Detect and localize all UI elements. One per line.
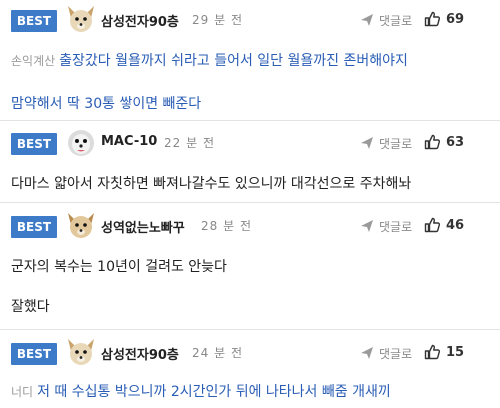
author-nickname[interactable]: MAC-10 bbox=[101, 134, 157, 149]
comment-text-line: 잘했다 bbox=[11, 299, 50, 315]
comment-text-line: 다마스 얇아서 자칫하면 빠져나갈수도 있으니까 대각선으로 주차해놔 bbox=[11, 176, 412, 192]
divider bbox=[0, 329, 500, 330]
comment-text-line: 너디 저 때 수십통 박으니까 2시간인가 뒤에 나타나서 빼줌 개새끼 bbox=[11, 384, 391, 400]
like-count: 15 bbox=[446, 344, 465, 360]
divider bbox=[0, 202, 500, 203]
author-nickname[interactable]: 삼성전자90층 bbox=[101, 344, 179, 363]
like-count: 46 bbox=[446, 217, 465, 233]
thumbs-up-icon bbox=[424, 134, 440, 150]
comment-prefix: 너디 bbox=[11, 385, 34, 399]
reply-button[interactable]: 댓글로 bbox=[360, 10, 412, 30]
comment: BEST 성역없는노빠꾸 28 분 전 댓글로 46 군자의 복수는 10년이 … bbox=[0, 213, 500, 328]
reply-button[interactable]: 댓글로 bbox=[360, 133, 412, 153]
best-badge: BEST bbox=[11, 216, 57, 238]
comment-header: BEST 삼성전자90층 24 분 전 댓글로 15 bbox=[0, 339, 500, 377]
like-button[interactable]: 69 bbox=[424, 8, 464, 30]
like-button[interactable]: 63 bbox=[424, 131, 464, 153]
comment-header: BEST MAC-10 22 분 전 댓글로 63 bbox=[0, 130, 500, 167]
comment-time: 29 분 전 bbox=[192, 13, 243, 27]
thumbs-up-icon bbox=[424, 217, 440, 233]
author-nickname[interactable]: 성역없는노빠꾸 bbox=[101, 217, 185, 236]
reply-button[interactable]: 댓글로 bbox=[360, 216, 412, 236]
best-badge: BEST bbox=[11, 343, 57, 365]
comment-header: BEST 성역없는노빠꾸 28 분 전 댓글로 46 bbox=[0, 213, 500, 250]
reply-arrow-icon bbox=[361, 347, 373, 359]
reply-arrow-icon bbox=[361, 14, 373, 26]
best-badge: BEST bbox=[11, 133, 57, 155]
dog-avatar-icon[interactable] bbox=[64, 337, 98, 369]
dog-avatar-icon[interactable] bbox=[64, 210, 98, 242]
like-count: 69 bbox=[446, 11, 465, 27]
comment-time: 22 분 전 bbox=[164, 136, 215, 150]
like-button[interactable]: 46 bbox=[424, 214, 464, 236]
comment-time: 28 분 전 bbox=[201, 219, 252, 233]
comment-text-line: 군자의 복수는 10년이 걸려도 안늦다 bbox=[11, 259, 227, 275]
thumbs-up-icon bbox=[424, 11, 440, 27]
comment: BEST 삼성전자90층 24 분 전 댓글로 15 너디 저 때 수십통 박으니… bbox=[0, 339, 500, 408]
comment-time: 24 분 전 bbox=[192, 346, 243, 360]
like-count: 63 bbox=[446, 134, 465, 150]
comment-text-line: 손익계산 출장갔다 월욜까지 쉬라고 들어서 일단 월욜까진 존버해야지 bbox=[11, 53, 408, 69]
best-badge: BEST bbox=[11, 10, 57, 32]
divider bbox=[0, 120, 500, 121]
comment: BEST 삼성전자90층 29 분 전 댓글로 69 손익계산 출장갔다 월욜까지… bbox=[0, 6, 500, 120]
dog-avatar-icon[interactable] bbox=[64, 127, 98, 159]
like-button[interactable]: 15 bbox=[424, 341, 464, 363]
comment-prefix: 손익계산 bbox=[11, 54, 56, 68]
comment-text-line: 맘약해서 딱 30통 쌓이면 빼준다 bbox=[11, 96, 202, 112]
thumbs-up-icon bbox=[424, 344, 440, 360]
reply-arrow-icon bbox=[361, 220, 373, 232]
dog-avatar-icon[interactable] bbox=[64, 4, 98, 36]
comment: BEST MAC-10 22 분 전 댓글로 63 다마스 얇아서 자칫하면 빠… bbox=[0, 130, 500, 203]
reply-arrow-icon bbox=[361, 137, 373, 149]
reply-button[interactable]: 댓글로 bbox=[360, 343, 412, 363]
comment-header: BEST 삼성전자90층 29 분 전 댓글로 69 bbox=[0, 6, 500, 44]
author-nickname[interactable]: 삼성전자90층 bbox=[101, 11, 179, 30]
